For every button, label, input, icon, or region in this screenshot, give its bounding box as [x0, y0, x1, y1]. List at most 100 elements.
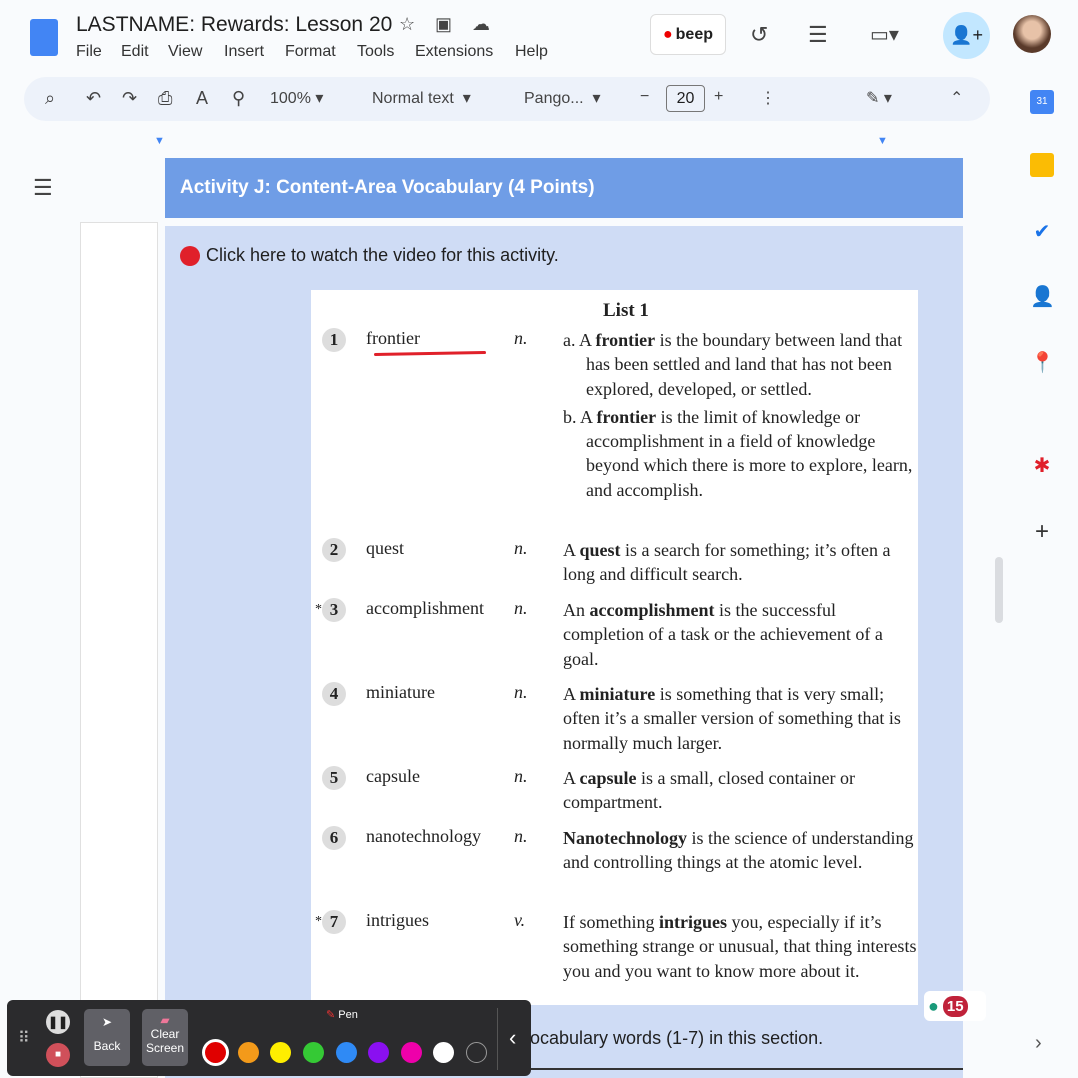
undo-icon[interactable]: ↶: [86, 88, 101, 109]
history-icon[interactable]: ↺: [750, 22, 768, 48]
menu-file[interactable]: File: [76, 43, 102, 61]
vocab-word: frontier: [366, 328, 420, 348]
vocabulary-list-image: List 1 1 frontier n. a. A frontier is the b…: [311, 290, 918, 1005]
ruler-marker[interactable]: ▼: [877, 135, 888, 147]
add-icon[interactable]: +: [1030, 518, 1054, 545]
vocab-word: capsule: [366, 766, 420, 786]
assistant-badge[interactable]: ● 15: [924, 991, 986, 1021]
color-swatch[interactable]: [205, 1042, 226, 1063]
section-header: Activity J: Content-Area Vocabulary (4 P…: [165, 158, 963, 218]
style-select[interactable]: Normal text ▾: [372, 88, 471, 108]
part-of-speech: n.: [514, 328, 528, 348]
collapse-icon[interactable]: ⌃: [950, 88, 963, 108]
video-link[interactable]: Click here to watch the video for this a…: [180, 245, 559, 266]
back-button[interactable]: ➤ Back: [84, 1009, 130, 1066]
star-marker: *: [315, 602, 322, 617]
beep-button[interactable]: ● beep: [650, 14, 726, 55]
expand-panel-icon[interactable]: ›: [1035, 1032, 1042, 1055]
docs-logo-icon[interactable]: [30, 19, 58, 56]
edit-mode-icon[interactable]: ✎ ▾: [866, 88, 892, 108]
ruler-marker[interactable]: ▼: [154, 135, 165, 147]
part-of-speech: v.: [514, 910, 526, 930]
meet-icon[interactable]: ▭▾: [870, 22, 899, 47]
instruction-text: ocabulary words (1-7) in this section.: [530, 1028, 824, 1048]
video-link-text[interactable]: Click here to watch the video for this a…: [206, 245, 559, 266]
color-swatch[interactable]: [303, 1042, 324, 1063]
comments-icon[interactable]: ☰: [808, 22, 828, 48]
vocab-word: accomplishment: [366, 598, 484, 618]
menu-edit[interactable]: Edit: [121, 43, 149, 61]
menu-insert[interactable]: Insert: [224, 43, 264, 61]
vocab-word: miniature: [366, 682, 435, 702]
keep-icon[interactable]: [1030, 153, 1054, 177]
clear-screen-button[interactable]: ▰ Clear Screen: [142, 1009, 188, 1066]
item-number: 5: [322, 766, 346, 790]
back-label: Back: [93, 1039, 121, 1053]
outline-icon[interactable]: ☰: [33, 175, 53, 201]
drag-handle[interactable]: ⠿: [18, 1028, 30, 1048]
item-number: 7: [322, 910, 346, 934]
vocab-word: intrigues: [366, 910, 429, 930]
part-of-speech: n.: [514, 682, 528, 702]
item-number: 1: [322, 328, 346, 352]
stop-sign-icon: [180, 245, 200, 266]
print-icon[interactable]: ⎙: [158, 88, 172, 109]
font-size-input[interactable]: 20: [666, 85, 705, 112]
definition: Nanotechnology is the science of underst…: [563, 828, 914, 873]
definition: A miniature is something that is very sm…: [563, 684, 901, 753]
scrollbar[interactable]: [995, 557, 1003, 623]
menu-format[interactable]: Format: [285, 43, 336, 61]
color-swatch[interactable]: [238, 1042, 259, 1063]
definition: A quest is a search for something; it’s …: [563, 540, 891, 585]
pen-label: ✎ Pen: [326, 1009, 358, 1021]
addon-icon[interactable]: ✱: [1030, 453, 1054, 477]
avatar[interactable]: [1013, 15, 1051, 53]
search-icon[interactable]: ⌕: [45, 88, 55, 109]
divider: [497, 1008, 498, 1070]
move-folder-icon[interactable]: ▣: [435, 14, 452, 35]
color-swatch[interactable]: [270, 1042, 291, 1063]
definition: a. A frontier is the boundary between la…: [563, 330, 913, 500]
maps-icon[interactable]: 📍: [1030, 350, 1055, 374]
zoom-select[interactable]: 100% ▾: [270, 88, 323, 108]
menu-extensions[interactable]: Extensions: [415, 43, 493, 61]
menu-tools[interactable]: Tools: [357, 43, 394, 61]
pen-icon: ✎: [326, 1009, 336, 1021]
decrease-size-button[interactable]: −: [640, 88, 649, 106]
font-select[interactable]: Pango... ▾: [524, 88, 601, 108]
pen-underline: [373, 351, 487, 356]
color-swatch[interactable]: [401, 1042, 422, 1063]
share-button[interactable]: 👤+: [943, 12, 990, 59]
part-of-speech: n.: [514, 766, 528, 786]
color-swatch[interactable]: [336, 1042, 357, 1063]
item-number: 6: [322, 826, 346, 850]
contacts-icon[interactable]: 👤: [1030, 284, 1055, 308]
clear-label: Clear Screen: [145, 1027, 185, 1055]
collapse-recorder-icon[interactable]: ‹: [509, 1025, 516, 1051]
vocab-word: quest: [366, 538, 404, 558]
stop-button[interactable]: ■: [46, 1043, 70, 1067]
item-number: 3: [322, 598, 346, 622]
part-of-speech: n.: [514, 538, 528, 558]
color-swatch[interactable]: [433, 1042, 454, 1063]
definition: A capsule is a small, closed container o…: [563, 768, 855, 813]
paint-format-icon[interactable]: ⚲: [232, 88, 245, 109]
calendar-icon[interactable]: 31: [1030, 90, 1054, 114]
tasks-icon[interactable]: ✔: [1030, 219, 1054, 243]
menu-view[interactable]: View: [168, 43, 202, 61]
menu-help[interactable]: Help: [515, 43, 548, 61]
notification-count: 15: [942, 995, 968, 1017]
more-icon[interactable]: ⋮: [760, 88, 776, 108]
part-of-speech: n.: [514, 598, 528, 618]
spellcheck-icon[interactable]: A: [196, 88, 208, 109]
eraser-icon: ▰: [160, 1013, 170, 1027]
document-title[interactable]: LASTNAME: Rewards: Lesson 20: [76, 13, 392, 37]
redo-icon[interactable]: ↷: [122, 88, 137, 109]
color-swatch[interactable]: [368, 1042, 389, 1063]
cloud-saved-icon: ☁: [472, 14, 490, 34]
item-number: 2: [322, 538, 346, 562]
star-icon[interactable]: ☆: [399, 14, 415, 35]
pause-button[interactable]: ❚❚: [46, 1010, 70, 1034]
color-swatch[interactable]: [466, 1042, 487, 1063]
increase-size-button[interactable]: +: [714, 88, 723, 106]
